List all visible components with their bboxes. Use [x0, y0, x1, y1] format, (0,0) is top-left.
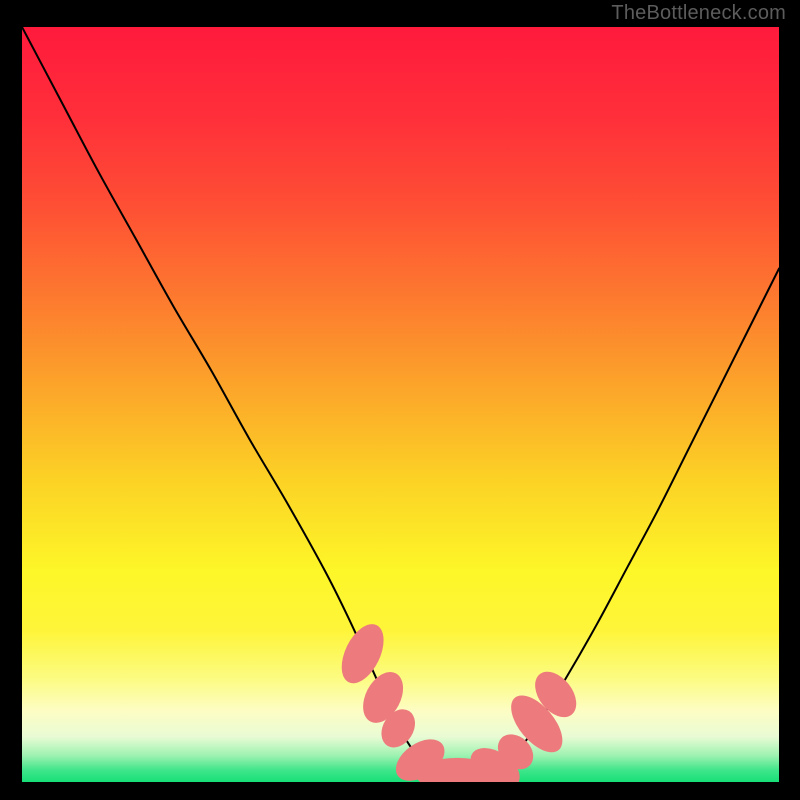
plot-area: [22, 27, 779, 782]
plot-svg: [22, 27, 779, 782]
chart-frame: TheBottleneck.com: [0, 0, 800, 800]
gradient-background: [22, 27, 779, 782]
watermark-text: TheBottleneck.com: [611, 2, 786, 25]
